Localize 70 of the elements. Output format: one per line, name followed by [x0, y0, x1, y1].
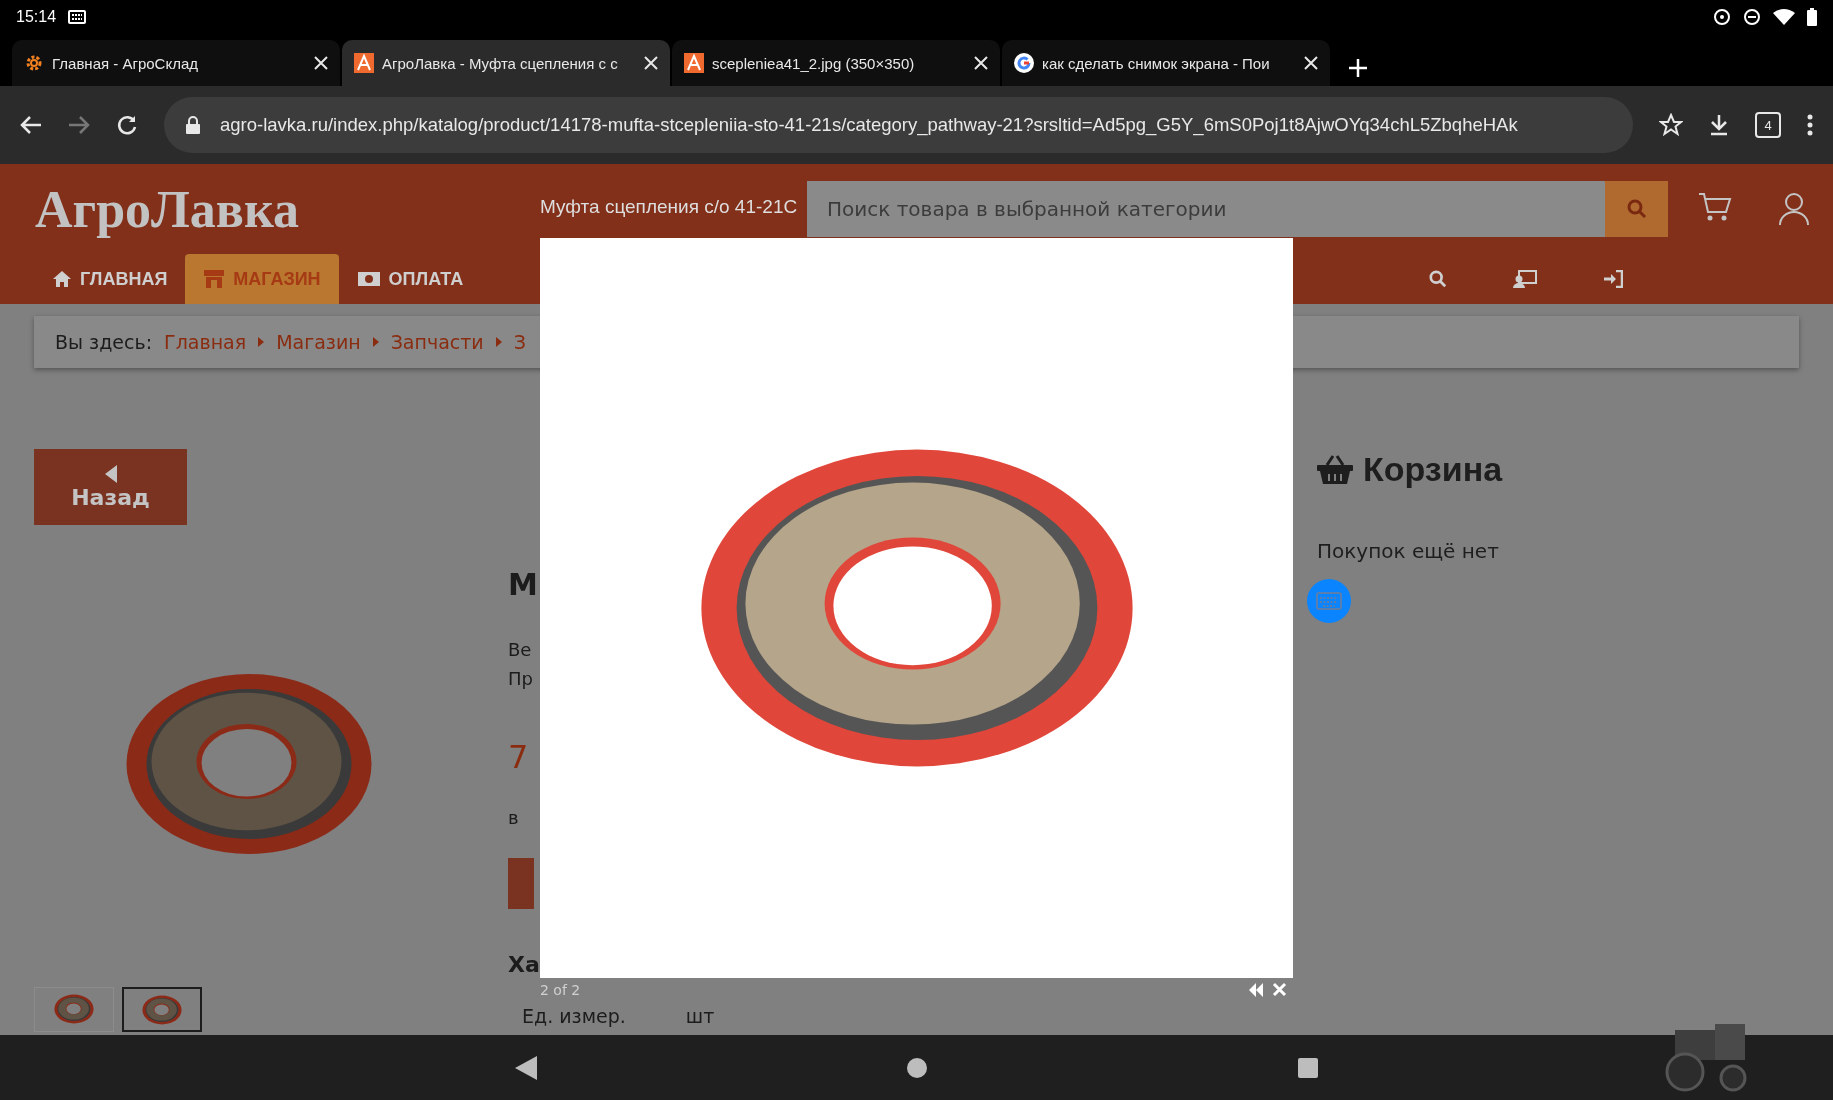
search-field[interactable]: Поиск товара в выбранной категории — [807, 181, 1605, 237]
keyboard-icon — [1316, 592, 1342, 610]
address-bar[interactable]: agro-lavka.ru/index.php/katalog/product/14178-mufta-stcepleniia-sto-41-21s/category_pathway-21?srsltid=Ad5pg_G5Y_6mS0Poj1t8AjwOYq34chL5ZbqheHAk — [164, 97, 1633, 153]
caret-icon — [104, 464, 117, 483]
thumbnail-drawing — [54, 994, 94, 1024]
sign-in-icon[interactable] — [1603, 270, 1623, 288]
cart-empty-text: Покупок ещё нет — [1317, 539, 1500, 563]
search-icon — [1626, 199, 1647, 219]
caret-icon — [495, 337, 502, 347]
thumbnail[interactable] — [34, 987, 114, 1032]
nav-item[interactable]: ГЛАВНАЯ — [34, 254, 186, 304]
browser-tab[interactable]: Главная - АгроСклад — [12, 40, 340, 86]
back-button[interactable]: Назад — [34, 449, 187, 525]
browser-tab[interactable]: как сделать снимок экрана - Пои — [1002, 40, 1330, 86]
recent-apps-icon[interactable] — [1298, 1057, 1319, 1078]
browser-tab[interactable]: scepleniea41_2.jpg (350×350) — [672, 40, 1000, 86]
lightbox-title: Муфта сцепления с/о 41-21С — [540, 196, 798, 218]
cart-icon[interactable] — [1698, 192, 1732, 222]
battery-icon — [1807, 7, 1817, 26]
back-icon[interactable] — [514, 1055, 537, 1080]
cart-title: Корзина — [1363, 450, 1503, 489]
letter-a-icon — [354, 53, 374, 73]
home-icon — [52, 270, 72, 288]
close-icon[interactable] — [314, 56, 328, 70]
user-icon[interactable] — [1778, 192, 1810, 226]
section-heading: Ха — [508, 951, 541, 979]
rewind-icon[interactable] — [1248, 982, 1264, 998]
star-icon[interactable] — [1659, 113, 1683, 137]
reload-icon[interactable] — [116, 114, 138, 136]
sync-icon — [1713, 7, 1731, 26]
basket-icon — [1317, 454, 1353, 485]
register-icon[interactable] — [1513, 270, 1537, 288]
download-icon[interactable] — [1709, 114, 1729, 136]
clock: 15:14 — [16, 7, 57, 26]
search-icon[interactable] — [1429, 270, 1447, 288]
do-not-disturb-icon — [1743, 7, 1761, 26]
wifi-icon — [1773, 8, 1795, 25]
stock-text: в — [508, 806, 520, 830]
back-arrow-icon[interactable] — [20, 115, 42, 135]
product-title: М — [508, 566, 539, 604]
google-icon — [1014, 53, 1034, 73]
lock-icon — [186, 116, 200, 134]
shop-icon — [203, 269, 226, 289]
close-icon[interactable] — [1304, 56, 1318, 70]
spec-label: Ед. измер. — [522, 1005, 626, 1028]
site-logo[interactable]: АгроЛавка — [35, 179, 300, 239]
product-info: Ве — [508, 638, 533, 662]
tab-count-button[interactable]: 4 — [1755, 112, 1781, 138]
close-icon[interactable] — [644, 56, 658, 70]
close-icon[interactable] — [974, 56, 988, 70]
thumbnail-drawing — [142, 995, 182, 1025]
caret-icon — [258, 337, 265, 347]
keyboard-icon — [68, 9, 87, 24]
product-info: Пр — [508, 667, 534, 691]
home-icon[interactable] — [906, 1056, 929, 1079]
url-text: agro-lavka.ru/index.php/katalog/product/14178-mufta-stcepleniia-sto-41-21s/category_pathway-21?srsltid=Ad5pg_G5Y_6mS0Poj1t8AjwOYq34chL5ZbqheHAk — [220, 114, 1518, 136]
menu-icon[interactable] — [1807, 114, 1813, 136]
gear-icon — [24, 53, 44, 73]
price: 7 — [508, 737, 530, 777]
browser-tab[interactable]: АгроЛавка - Муфта сцепления с с — [342, 40, 670, 86]
nav-item[interactable]: ОПЛАТА — [338, 254, 482, 304]
letter-a-icon — [684, 53, 704, 73]
thumbnail[interactable] — [122, 987, 202, 1032]
forward-arrow-icon[interactable] — [68, 115, 90, 135]
banknote-icon — [356, 271, 381, 287]
new-tab-icon[interactable] — [1348, 58, 1368, 78]
breadcrumb-label: Вы здесь: — [55, 331, 153, 353]
image-counter: 2 of 2 — [540, 982, 581, 998]
caret-icon — [372, 337, 379, 347]
spec-value: шт — [685, 1005, 715, 1028]
